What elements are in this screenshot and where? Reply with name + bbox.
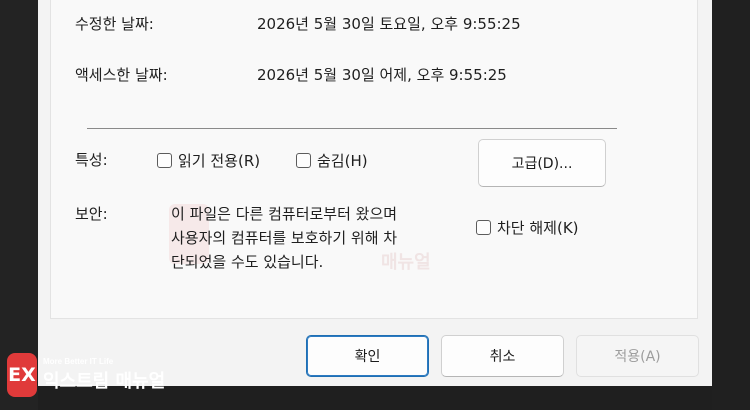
unblock-checkbox-box[interactable] <box>476 220 491 235</box>
security-message-line: 이 파일은 다른 컴퓨터로부터 왔으며 <box>171 205 398 223</box>
watermark-logo: EX More Better IT Life 익스트림 매뉴얼 <box>7 353 165 397</box>
cancel-button[interactable]: 취소 <box>441 335 564 377</box>
advanced-button[interactable]: 고급(D)... <box>478 139 606 187</box>
unblock-checkbox[interactable]: 차단 해제(K) <box>476 217 579 238</box>
modified-date-label: 수정한 날짜: <box>75 15 154 33</box>
modified-date-value: 2026년 5월 30일 토요일, 오후 9:55:25 <box>257 15 521 33</box>
unblock-checkbox-label: 차단 해제(K) <box>497 219 579 237</box>
background-window-edge <box>0 0 38 410</box>
security-message-line: 사용자의 컴퓨터를 보호하기 위해 차 <box>171 229 398 247</box>
attributes-label: 특성: <box>75 151 108 169</box>
logo-name: 익스트림 매뉴얼 <box>43 371 166 392</box>
hidden-checkbox[interactable]: 숨김(H) <box>296 150 368 171</box>
accessed-date-label: 액세스한 날짜: <box>75 66 168 84</box>
security-message: 이 파일은 다른 컴퓨터로부터 왔으며 사용자의 컴퓨터를 보호하기 위해 차 … <box>171 202 481 274</box>
apply-button[interactable]: 적용(A) <box>576 335 699 377</box>
logo-words: More Better IT Life 익스트림 매뉴얼 <box>43 357 165 393</box>
ok-button[interactable]: 확인 <box>306 335 429 377</box>
readonly-checkbox[interactable]: 읽기 전용(R) <box>157 150 260 171</box>
security-label: 보안: <box>75 205 108 223</box>
accessed-date-value: 2026년 5월 30일 어제, 오후 9:55:25 <box>257 66 507 84</box>
security-message-line: 단되었을 수도 있습니다. <box>171 253 324 271</box>
general-tab-panel: 수정한 날짜: 2026년 5월 30일 토요일, 오후 9:55:25 액세스… <box>50 0 698 319</box>
section-divider <box>87 128 617 129</box>
logo-tagline: More Better IT Life <box>43 357 114 366</box>
hidden-checkbox-label: 숨김(H) <box>317 152 368 170</box>
file-properties-dialog: 수정한 날짜: 2026년 5월 30일 토요일, 오후 9:55:25 액세스… <box>38 0 712 386</box>
ex-logo-icon: EX <box>7 353 37 397</box>
hidden-checkbox-box[interactable] <box>296 153 311 168</box>
readonly-checkbox-box[interactable] <box>157 153 172 168</box>
readonly-checkbox-label: 읽기 전용(R) <box>178 152 261 170</box>
